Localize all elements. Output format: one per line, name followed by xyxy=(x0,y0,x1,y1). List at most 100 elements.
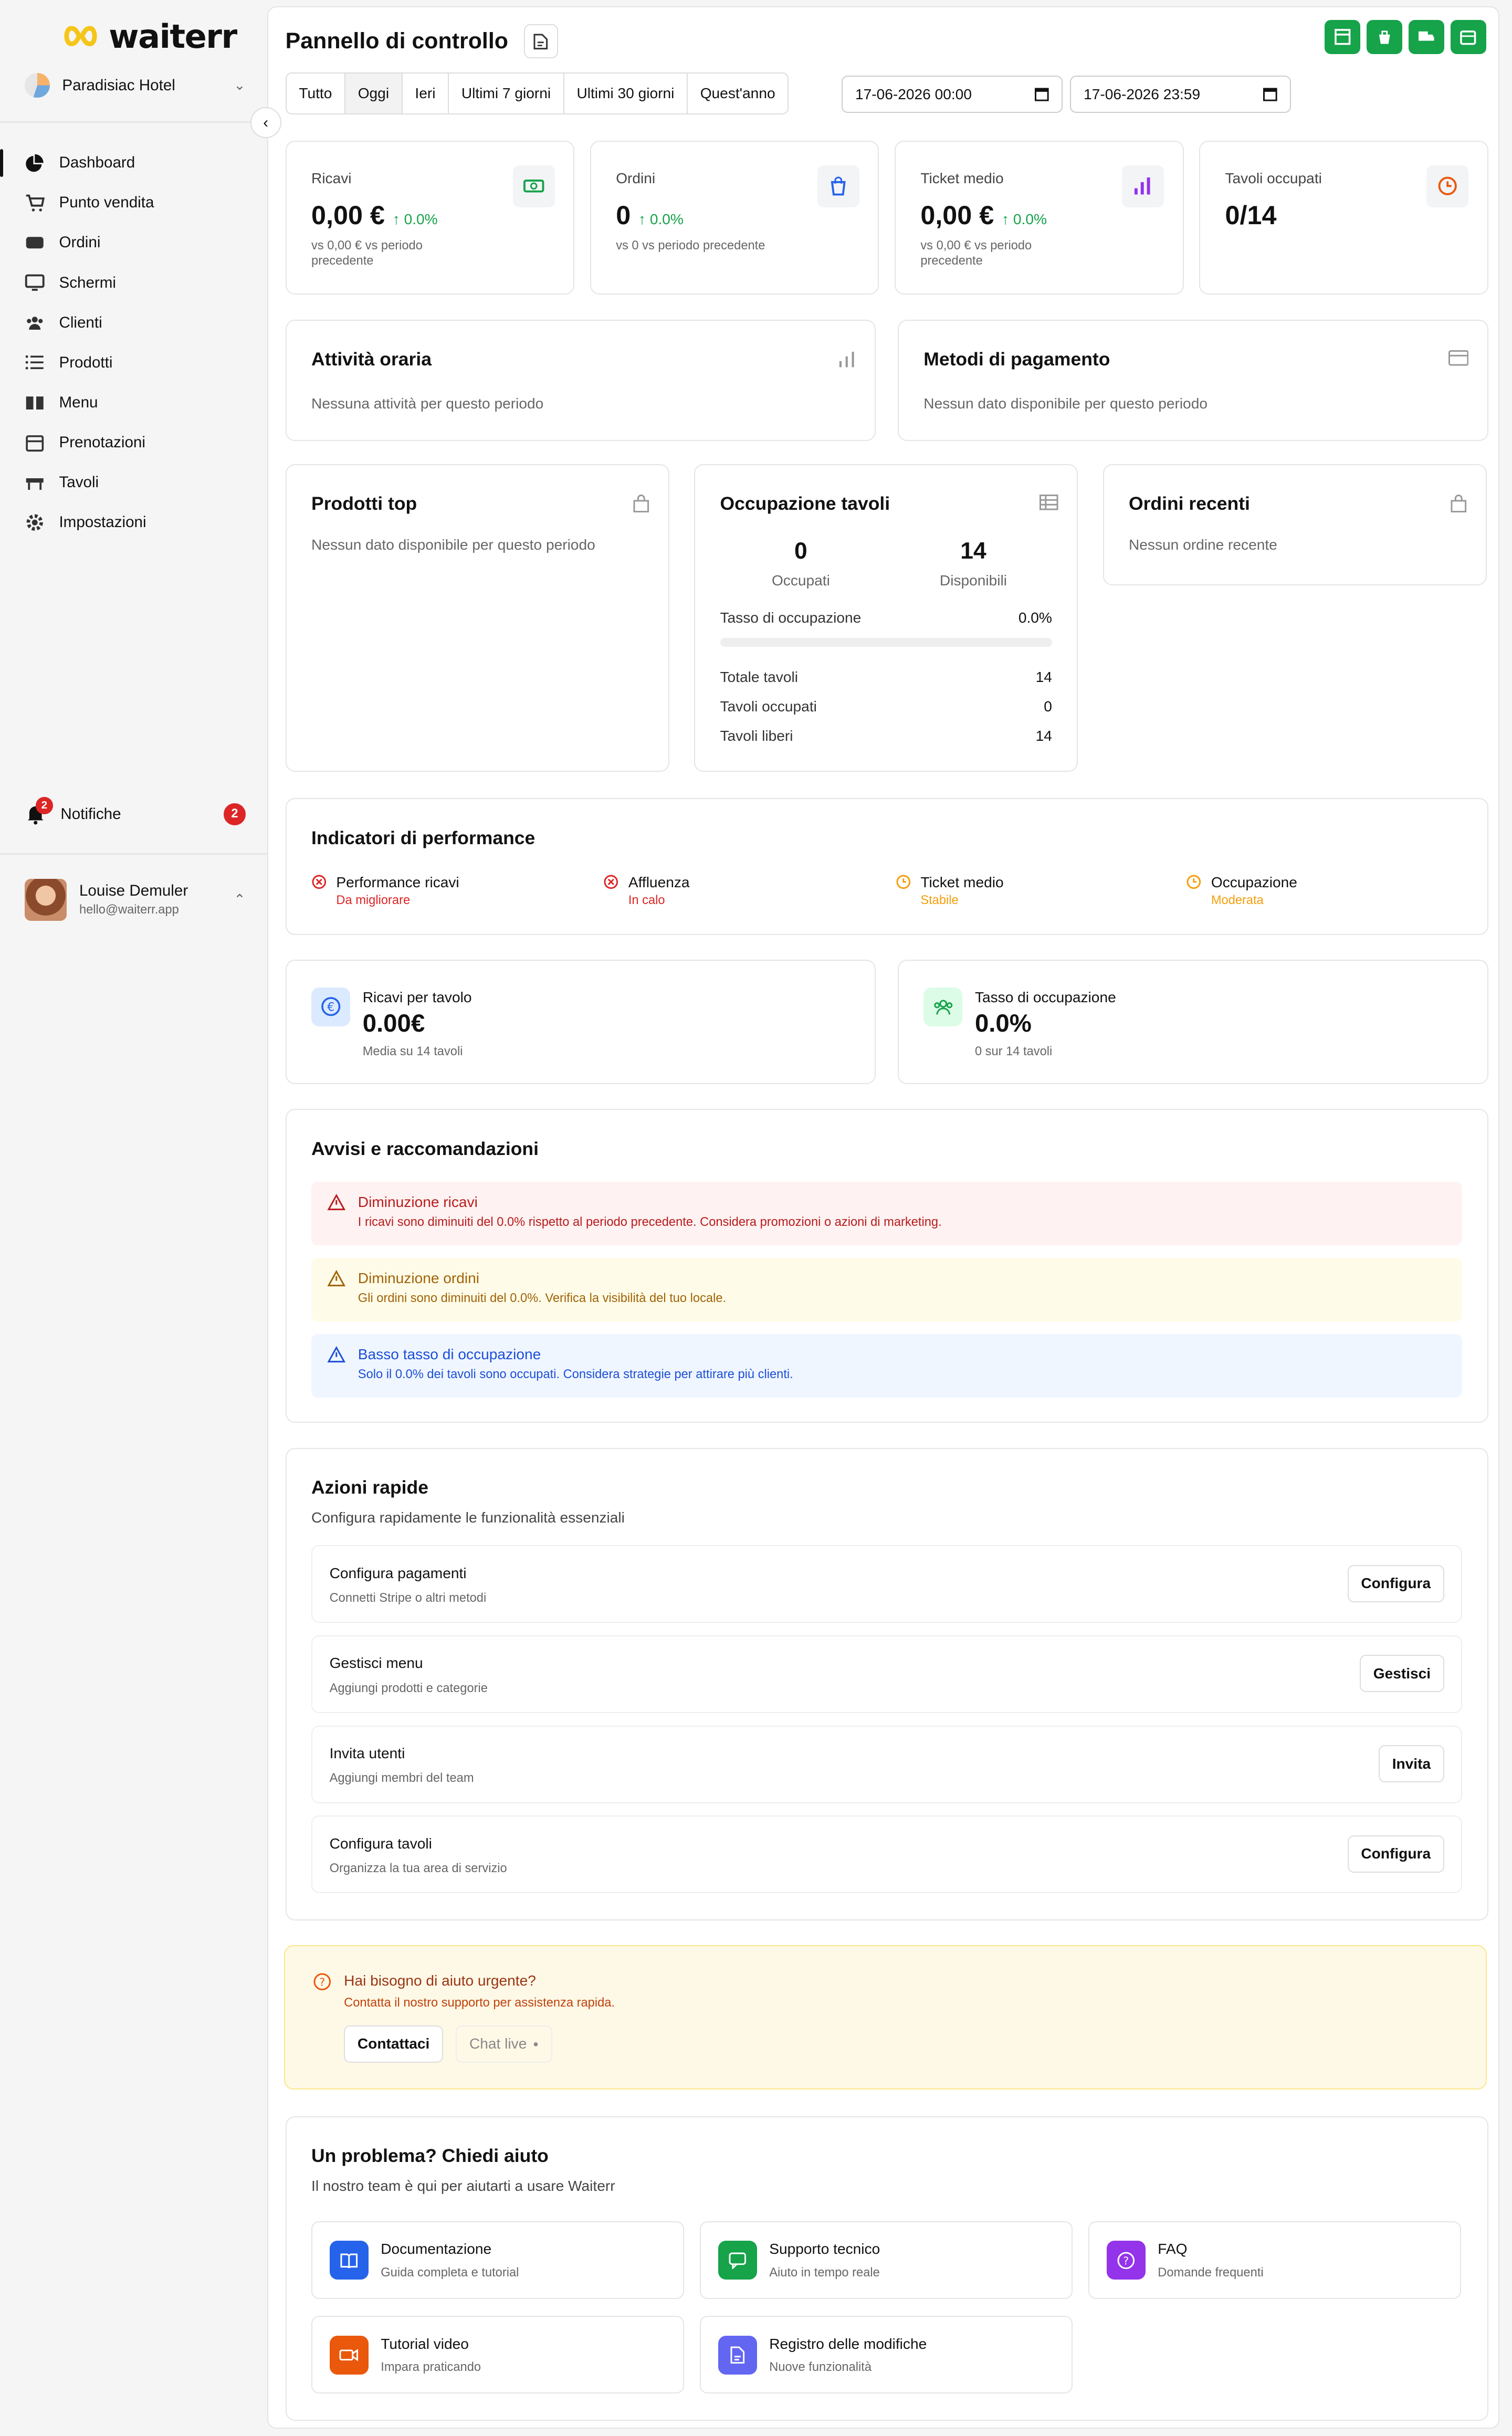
question-icon: ? xyxy=(1106,2241,1146,2280)
calendar-icon xyxy=(1035,88,1049,101)
card-title: Azioni rapide xyxy=(311,1477,428,1498)
bag-icon xyxy=(1379,30,1390,44)
date-to-input[interactable]: 17-06-2026 23:59 xyxy=(1070,76,1291,113)
sidebar-item-tables[interactable]: Tavoli xyxy=(0,463,267,502)
occupancy-rate-row: Tasso di occupazione 0.0% xyxy=(720,610,1052,626)
svg-text:?: ? xyxy=(1123,2254,1129,2267)
urgent-help-desc: Contatta il nostro supporto per assisten… xyxy=(344,1996,615,2010)
help-card: Un problema? Chiedi aiuto Il nostro team… xyxy=(285,2116,1488,2421)
user-menu[interactable]: Louise Demuler hello@waiterr.app ⌃ xyxy=(25,876,246,923)
configure-tables-button[interactable]: Configura xyxy=(1347,1835,1444,1873)
contact-us-button[interactable]: Contattaci xyxy=(344,2025,443,2063)
help-circle-icon: ? xyxy=(313,1973,331,1991)
alert-low-occupancy: Basso tasso di occupazione Solo il 0.0% d… xyxy=(311,1334,1463,1398)
alert-revenue-decrease: Diminuzione ricavi I ricavi sono diminuit… xyxy=(311,1181,1463,1245)
chevron-up-icon: ⌃ xyxy=(234,891,246,908)
sidebar-item-settings[interactable]: Impostazioni xyxy=(0,502,267,542)
date-from-value: 17-06-2026 00:00 xyxy=(855,86,972,102)
delivery-button[interactable] xyxy=(1408,19,1444,54)
sidebar-item-reservations[interactable]: Prenotazioni xyxy=(0,423,267,463)
notifications-label: Notifiche xyxy=(60,805,121,823)
action-manage-menu: Gestisci menu Aggiungi prodotti e categor… xyxy=(311,1635,1463,1713)
calendar-icon xyxy=(1263,88,1278,101)
empty-state: Nessun dato disponibile per questo perio… xyxy=(311,537,595,553)
empty-state: Nessun dato disponibile per questo perio… xyxy=(923,395,1208,412)
performance-indicators-card: Indicatori di performance Performance ri… xyxy=(285,798,1488,935)
table-icon xyxy=(1040,495,1058,510)
top-products-card: Prodotti top Nessun dato disponibile per… xyxy=(285,464,669,772)
help-tile-documentation[interactable]: Documentazione Guida completa e tutorial xyxy=(311,2221,685,2299)
indicator-traffic: Affluenza In calo xyxy=(603,874,690,908)
metric-label: Tasso di occupazione xyxy=(974,989,1116,1005)
kpi-value: 0 xyxy=(616,200,631,230)
kpi-label: Ticket medio xyxy=(920,170,1004,186)
venue-selector[interactable]: Paradisiac Hotel ⌄ xyxy=(25,70,246,101)
tab-last-30-days[interactable]: Ultimi 30 giorni xyxy=(564,74,688,114)
divider xyxy=(0,853,268,855)
help-tile-support[interactable]: Supporto tecnico Aiuto in tempo reale xyxy=(700,2221,1073,2299)
sidebar-item-screens[interactable]: Schermi xyxy=(0,263,267,303)
sidebar-item-menu[interactable]: Menu xyxy=(0,383,267,423)
bag-icon xyxy=(1451,495,1466,513)
sidebar-item-label: Ordini xyxy=(59,234,101,251)
empty-state: Nessun ordine recente xyxy=(1128,537,1277,553)
booking-button[interactable] xyxy=(1450,19,1486,54)
changelog-icon xyxy=(718,2335,757,2375)
kpi-label: Tavoli occupati xyxy=(1225,170,1322,186)
indicator-avg-ticket: Ticket medio Stabile xyxy=(896,874,1004,908)
help-tile-changelog[interactable]: Registro delle modifiche Nuove funzionali… xyxy=(700,2316,1073,2394)
date-from-input[interactable]: 17-06-2026 00:00 xyxy=(842,76,1063,113)
tab-today[interactable]: Oggi xyxy=(345,74,403,114)
alert-orders-decrease: Diminuzione ordini Gli ordini sono diminu… xyxy=(311,1257,1463,1321)
hourly-activity-card: Attività oraria Nessuna attività per que… xyxy=(285,319,876,441)
help-tile-video-tutorial[interactable]: Tutorial video Impara praticando xyxy=(311,2316,685,2394)
stat-row: Totale tavoli 14 xyxy=(720,668,1052,685)
quick-actions-card: Azioni rapide Configura rapidamente le f… xyxy=(285,1447,1488,1920)
warning-icon xyxy=(327,1346,345,1363)
main-panel: Pannello di controllo Tutto Oggi Ieri Ul… xyxy=(267,6,1500,2429)
kpi-card-avg-ticket: Ticket medio 0,00 € ↑ 0.0% vs 0,00 € vs p… xyxy=(894,141,1184,295)
help-tile-faq[interactable]: ? FAQ Domande frequenti xyxy=(1088,2221,1462,2299)
bag-icon xyxy=(817,165,859,207)
logo[interactable]: waiterr xyxy=(62,17,237,56)
kpi-value: 0/14 xyxy=(1225,200,1277,230)
sidebar: waiterr Paradisiac Hotel ⌄ Dashboard Pun… xyxy=(0,0,268,2436)
card-title: Metodi di pagamento xyxy=(923,349,1110,370)
sidebar-item-clients[interactable]: Clienti xyxy=(0,303,267,343)
notifications-item[interactable]: 2 Notifiche 2 xyxy=(25,797,246,830)
live-chat-button[interactable]: Chat live ● xyxy=(456,2025,552,2063)
sidebar-item-products[interactable]: Prodotti xyxy=(0,343,267,383)
video-icon xyxy=(329,2335,369,2375)
warning-icon xyxy=(327,1270,345,1287)
pie-chart-icon xyxy=(26,154,44,172)
configure-payments-button[interactable]: Configura xyxy=(1347,1564,1444,1602)
kpi-change: ↑ 0.0% xyxy=(392,211,438,227)
indicator-revenue: Performance ricavi Da migliorare xyxy=(311,874,459,908)
kpi-value: 0,00 € xyxy=(311,200,385,230)
manage-menu-button[interactable]: Gestisci xyxy=(1360,1655,1444,1693)
sidebar-item-label: Impostazioni xyxy=(59,513,146,531)
sidebar-item-orders[interactable]: Ordini xyxy=(0,223,267,262)
occupied-count: 0 xyxy=(794,538,807,564)
user-name: Louise Demuler xyxy=(79,882,188,900)
occupancy-rate-card: Tasso di occupazione 0.0% 0 sur 14 tavol… xyxy=(897,960,1488,1085)
table-icon xyxy=(26,478,44,490)
takeaway-button[interactable] xyxy=(1366,19,1402,54)
urgent-help-title: Hai bisogno di aiuto urgente? xyxy=(344,1972,536,1989)
tab-last-7-days[interactable]: Ultimi 7 giorni xyxy=(449,74,564,114)
bag-icon xyxy=(633,495,649,513)
card-title: Prodotti top xyxy=(311,493,417,514)
sidebar-item-pos[interactable]: Punto vendita xyxy=(0,183,267,223)
invite-users-button[interactable]: Invita xyxy=(1379,1745,1444,1783)
tab-yesterday[interactable]: Ieri xyxy=(403,74,449,114)
sidebar-item-label: Punto vendita xyxy=(59,194,154,212)
store-button[interactable] xyxy=(1324,19,1360,54)
export-report-button[interactable] xyxy=(523,24,558,59)
sidebar-item-dashboard[interactable]: Dashboard xyxy=(0,143,267,183)
collapse-sidebar-button[interactable]: ‹ xyxy=(250,107,281,139)
tab-this-year[interactable]: Quest'anno xyxy=(688,74,788,113)
card-title: Ordini recenti xyxy=(1128,493,1250,514)
card-subtitle: Il nostro team è qui per aiutarti a usar… xyxy=(311,2177,615,2194)
tab-all[interactable]: Tutto xyxy=(287,74,346,114)
document-icon xyxy=(533,34,548,49)
